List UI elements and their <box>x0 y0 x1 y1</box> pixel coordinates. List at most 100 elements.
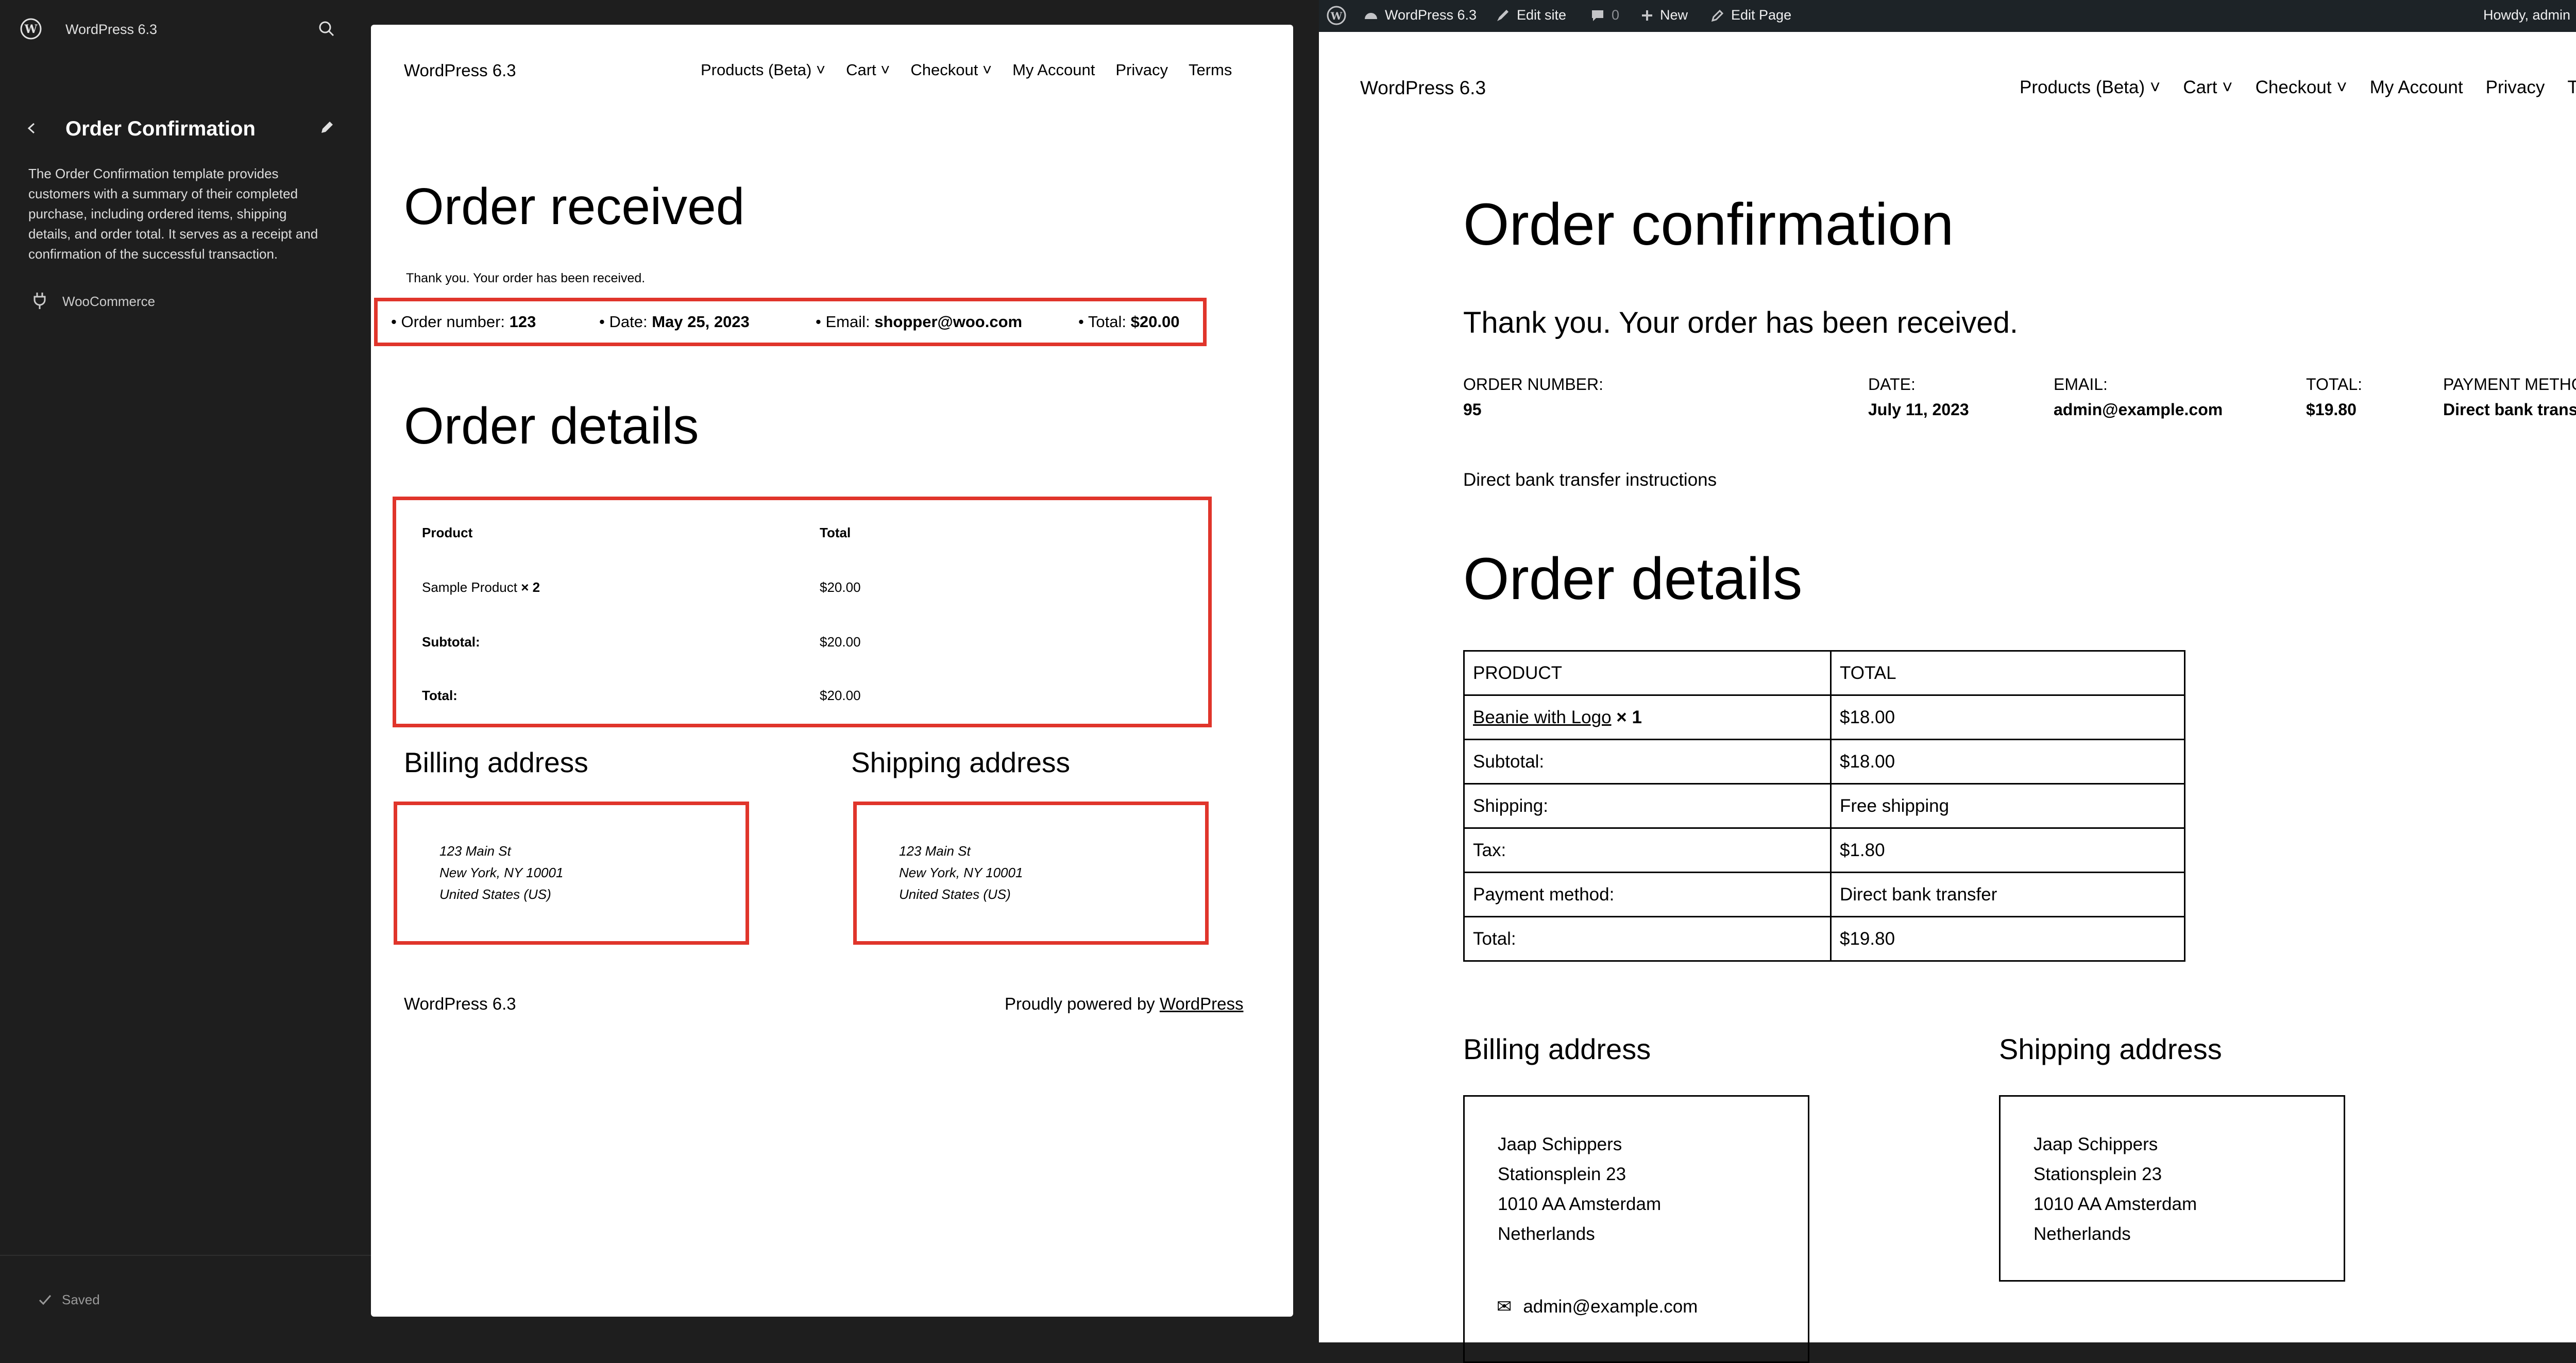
total-value: $19.80 <box>1830 916 2185 962</box>
thank-you-text[interactable]: Thank you. Your order has been received. <box>406 271 645 286</box>
svg-text:W: W <box>24 23 38 36</box>
nav-item-products[interactable]: Products (Beta) ˅ <box>2020 77 2160 98</box>
front-heading-billing-address: Billing address <box>1463 1033 1651 1065</box>
chevron-left-icon[interactable] <box>23 120 40 137</box>
front-site-title[interactable]: WordPress 6.3 <box>1360 77 1486 99</box>
table-row: Payment method: Direct bank transfer <box>1463 872 2185 917</box>
template-description: The Order Confirmation template provides… <box>28 166 318 262</box>
subtotal-label: Subtotal: <box>422 634 480 650</box>
canvas-site-title[interactable]: WordPress 6.3 <box>404 61 516 80</box>
wordpress-link[interactable]: WordPress <box>1160 994 1244 1013</box>
line-item-product: Sample Product × 2 <box>422 580 540 595</box>
nav-item-my-account[interactable]: My Account <box>1012 61 1095 79</box>
nav-item-checkout[interactable]: Checkout ˅ <box>2256 77 2347 98</box>
shipping-value: Free shipping <box>1830 783 2185 829</box>
editor-sidebar: W WordPress 6.3 Order Confirmation The O… <box>0 0 371 1342</box>
nav-item-terms[interactable]: Terms <box>1189 61 1232 79</box>
nav-item-privacy[interactable]: Privacy <box>2486 77 2545 98</box>
heading-billing-address[interactable]: Billing address <box>404 746 588 779</box>
billing-email-row: ✉ admin@example.com <box>1497 1297 1698 1317</box>
admin-site-name[interactable]: WordPress 6.3 <box>1363 7 1477 23</box>
shipping-address-lines: Jaap Schippers Stationsplein 23 1010 AA … <box>2033 1134 2197 1244</box>
line-item-total: $20.00 <box>820 580 861 595</box>
editor-canvas[interactable]: WordPress 6.3 Products (Beta) ˅ Cart ˅ C… <box>371 25 1293 1317</box>
saved-status: Saved <box>62 1292 100 1307</box>
site-title[interactable]: WordPress 6.3 <box>65 22 157 38</box>
summary-order-number: • Order number: 123 <box>391 313 536 331</box>
tax-value: $1.80 <box>1830 827 2185 873</box>
order-details-table: PRODUCT TOTAL Beanie with Logo × 1 $18.0… <box>1463 650 2185 962</box>
product-link[interactable]: Beanie with Logo <box>1473 707 1612 727</box>
front-thank-you-text: Thank you. Your order has been received. <box>1463 306 2018 339</box>
nav-item-my-account[interactable]: My Account <box>2370 77 2463 98</box>
pencil-icon <box>1711 9 1724 22</box>
table-row: Total: $19.80 <box>1463 916 2185 962</box>
table-row: Subtotal: $18.00 <box>1463 739 2185 785</box>
admin-wordpress-logo-icon[interactable]: W <box>1326 5 1347 26</box>
table-header-row: PRODUCT TOTAL <box>1463 650 2185 696</box>
overview-payment-method: Payment method:Direct bank transfer <box>2443 375 2576 419</box>
template-title: Order Confirmation <box>65 117 256 140</box>
nav-item-terms[interactable]: Terms <box>2567 77 2576 98</box>
summary-total: • Total: $20.00 <box>1078 313 1180 331</box>
heading-shipping-address[interactable]: Shipping address <box>851 746 1070 779</box>
front-heading-shipping-address: Shipping address <box>1999 1033 2222 1065</box>
footer-site-title[interactable]: WordPress 6.3 <box>404 994 516 1014</box>
total-label: Total: <box>1463 916 1832 962</box>
admin-bar: W WordPress 6.3 Edit site 0 New Edit Pag… <box>1319 0 2576 32</box>
admin-edit-site[interactable]: Edit site <box>1495 7 1566 23</box>
overview-total: Total: $19.80 <box>2306 375 2363 419</box>
nav-item-checkout[interactable]: Checkout ˅ <box>910 61 992 79</box>
admin-comments[interactable]: 0 <box>1590 7 1619 23</box>
overview-email: Email: admin@example.com <box>2054 375 2223 419</box>
heading-order-confirmation: Order confirmation <box>1463 192 1954 258</box>
summary-email: • Email: shopper@woo.com <box>816 313 1023 331</box>
pencil-icon[interactable] <box>317 118 336 137</box>
overview-date: Date: July 11, 2023 <box>1868 375 1969 419</box>
canvas-navigation: Products (Beta) ˅ Cart ˅ Checkout ˅ My A… <box>701 61 1232 79</box>
shipping-address-lines: 123 Main St New York, NY 10001 United St… <box>899 843 1023 902</box>
admin-edit-page[interactable]: Edit Page <box>1710 7 1791 23</box>
front-shipping-address: Jaap Schippers Stationsplein 23 1010 AA … <box>1999 1095 2345 1282</box>
total-value: $20.00 <box>820 688 861 703</box>
envelope-icon: ✉ <box>1497 1297 1512 1317</box>
billing-email: admin@example.com <box>1523 1297 1698 1317</box>
line-item-product: Beanie with Logo × 1 <box>1463 694 1832 740</box>
frontend-page: W WordPress 6.3 Edit site 0 New Edit Pag… <box>1319 0 2576 1363</box>
footer-credit: Proudly powered by WordPress <box>1005 994 1244 1013</box>
plugin-label: WooCommerce <box>62 294 156 309</box>
billing-address-block[interactable]: 123 Main St New York, NY 10001 United St… <box>394 802 749 945</box>
shipping-address-block[interactable]: 123 Main St New York, NY 10001 United St… <box>853 802 1209 945</box>
wordpress-logo-icon[interactable]: W <box>20 18 42 40</box>
nav-item-privacy[interactable]: Privacy <box>1115 61 1168 79</box>
nav-item-cart[interactable]: Cart ˅ <box>2183 77 2232 98</box>
table-row: Shipping: Free shipping <box>1463 783 2185 829</box>
tax-label: Tax: <box>1463 827 1832 873</box>
summary-date: • Date: May 25, 2023 <box>599 313 750 331</box>
order-details-block[interactable]: Product Total Sample Product × 2 $20.00 … <box>393 497 1212 727</box>
check-icon <box>39 1295 52 1305</box>
col-product-header: Product <box>422 525 473 540</box>
admin-account[interactable]: Howdy, admin <box>2483 7 2576 23</box>
admin-new[interactable]: New <box>1640 7 1688 23</box>
search-icon[interactable] <box>316 19 337 39</box>
heading-order-received[interactable]: Order received <box>404 177 744 236</box>
order-summary-block[interactable]: • Order number: 123 • Date: May 25, 2023… <box>374 298 1207 346</box>
plugin-icon <box>33 293 46 309</box>
nav-item-products[interactable]: Products (Beta) ˅ <box>701 61 825 79</box>
billing-address-lines: Jaap Schippers Stationsplein 23 1010 AA … <box>1498 1134 1662 1244</box>
subtotal-label: Subtotal: <box>1463 739 1832 785</box>
front-navigation: Products (Beta) ˅ Cart ˅ Checkout ˅ My A… <box>2020 77 2576 98</box>
front-heading-order-details: Order details <box>1463 546 1803 612</box>
plus-icon <box>1642 10 1652 21</box>
comment-icon <box>1592 10 1603 21</box>
col-total-header: Total <box>820 525 851 540</box>
nav-item-cart[interactable]: Cart ˅ <box>846 61 890 79</box>
subtotal-value: $18.00 <box>1830 739 2185 785</box>
svg-text:W: W <box>1330 10 1343 22</box>
billing-address-lines: 123 Main St New York, NY 10001 United St… <box>439 843 564 902</box>
front-billing-address: Jaap Schippers Stationsplein 23 1010 AA … <box>1463 1095 1809 1363</box>
dashboard-icon <box>1365 12 1377 19</box>
total-label: Total: <box>422 688 457 703</box>
heading-order-details[interactable]: Order details <box>404 397 699 456</box>
